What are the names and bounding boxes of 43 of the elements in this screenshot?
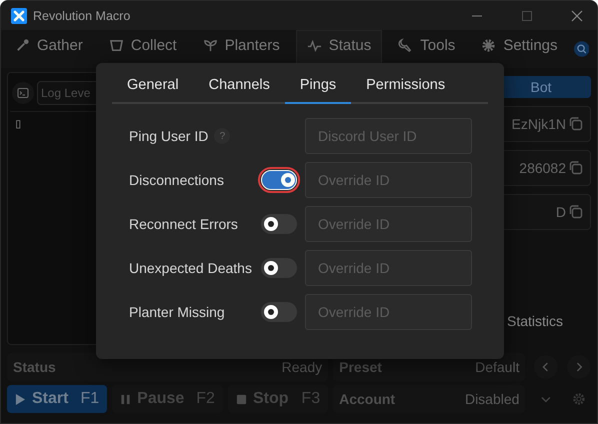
cup-icon <box>108 38 124 52</box>
main-tab[interactable]: Gather <box>5 30 93 68</box>
copy-icon[interactable] <box>568 160 584 176</box>
account-value: Disabled <box>464 391 520 407</box>
copy-icon[interactable] <box>568 116 584 132</box>
status-label: Status <box>13 359 57 375</box>
statistics-label[interactable]: Statistics <box>507 313 591 329</box>
wrench-icon <box>398 38 414 52</box>
main-tab[interactable]: Tools <box>388 30 466 68</box>
gear-icon <box>481 38 496 52</box>
window-title: Revolution Macro <box>33 8 130 22</box>
main-tab[interactable]: Collect <box>98 30 187 68</box>
main-tab[interactable]: Settings <box>471 30 568 68</box>
stop-icon <box>236 392 247 406</box>
copy-icon[interactable] <box>568 204 584 220</box>
dialog-tab[interactable]: Pings <box>284 67 352 104</box>
toggle-switch[interactable] <box>261 258 297 278</box>
maximize-icon[interactable] <box>521 10 533 22</box>
toggle-switch[interactable] <box>261 214 297 234</box>
setting-label: Unexpected Deaths <box>129 260 252 276</box>
sprout-icon <box>202 38 218 52</box>
dialog-tab[interactable]: Channels <box>194 67 285 104</box>
console-output: ▯ <box>14 116 24 132</box>
terminal-icon[interactable] <box>12 82 34 104</box>
dialog-tab[interactable]: Permissions <box>351 67 460 104</box>
status-value: Ready <box>282 359 322 375</box>
setting-label: Ping User ID <box>129 128 208 144</box>
setting-label: Planter Missing <box>129 304 225 320</box>
play-icon <box>15 392 26 406</box>
setting-label: Reconnect Errors <box>129 216 238 232</box>
pause-icon <box>120 392 132 406</box>
toggle-switch[interactable] <box>261 302 297 322</box>
account-label: Account <box>339 391 396 407</box>
close-icon[interactable] <box>571 10 583 22</box>
setting-label: Disconnections <box>129 172 224 188</box>
help-badge[interactable]: ? <box>214 128 230 144</box>
start-button[interactable]: Start F1 <box>7 385 108 413</box>
preset-value: Default <box>475 359 520 375</box>
shovel-icon <box>15 38 30 52</box>
pulse-icon <box>306 38 322 53</box>
toggle-switch[interactable] <box>261 170 297 190</box>
main-tab[interactable]: Planters <box>192 30 290 68</box>
app-logo-icon <box>11 8 27 24</box>
